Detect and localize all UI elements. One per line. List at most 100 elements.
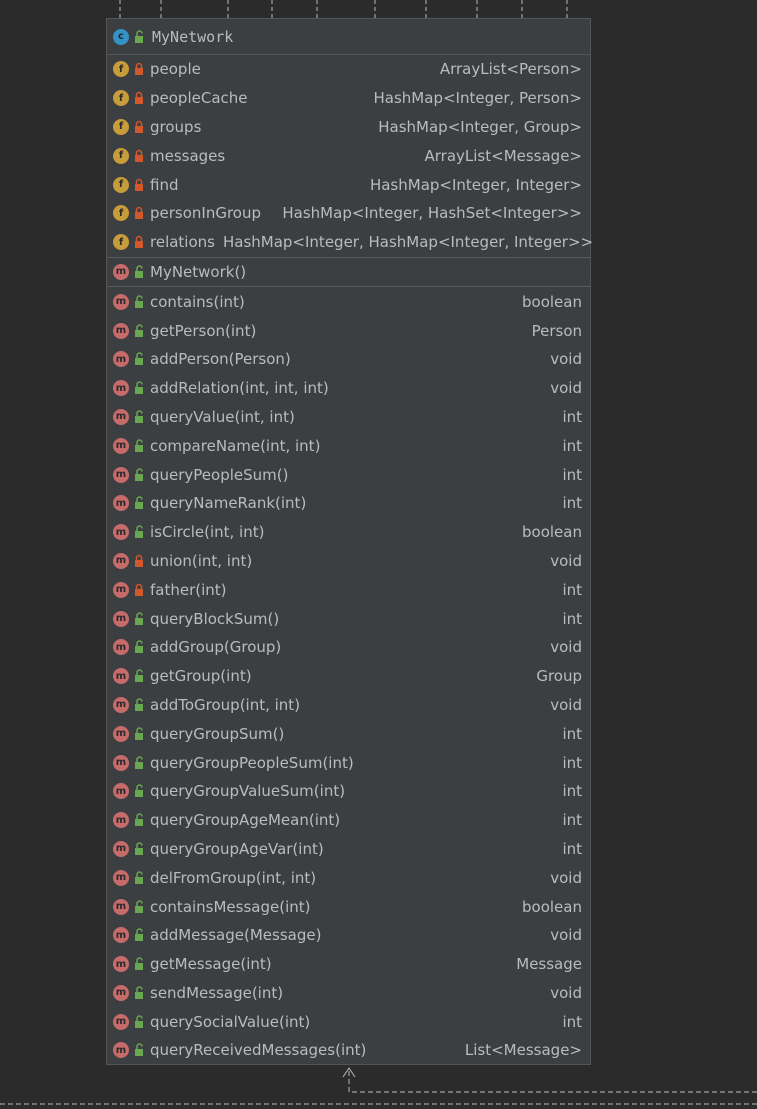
method-row[interactable]: m addToGroup(int, int) void [107,691,590,720]
member-type: int [562,494,582,513]
member-type: void [550,350,582,369]
member-name: messages [150,146,226,165]
method-row[interactable]: m queryPeopleSum() int [107,460,590,489]
method-row[interactable]: m queryGroupValueSum(int) int [107,777,590,806]
member-name: getMessage(int) [150,955,272,974]
member-type: void [550,638,582,657]
member-name: queryGroupAgeMean(int) [150,811,341,830]
method-row[interactable]: m compareName(int, int) int [107,431,590,460]
method-row[interactable]: m addPerson(Person) void [107,345,590,374]
method-icon: m [113,351,129,368]
member-type: int [562,724,582,743]
member-name: containsMessage(int) [150,897,311,916]
public-icon [135,611,143,625]
member-name: groups [150,117,202,136]
field-icon: f [113,147,129,164]
public-icon [135,784,143,798]
method-icon: m [113,869,129,886]
public-icon [135,410,143,423]
methods-section: m contains(int) boolean m getPerson(int) Pers… [107,287,590,1065]
member-type: int [562,436,582,455]
member-type: int [562,839,582,858]
method-row[interactable]: m querySocialValue(int) int [107,1007,590,1036]
method-icon: m [113,639,129,656]
method-row[interactable]: m father(int) int [107,575,590,604]
method-row[interactable]: m queryGroupPeopleSum(int) int [107,748,590,777]
method-row[interactable]: m containsMessage(int) boolean [107,892,590,921]
method-row[interactable]: m getPerson(int) Person [107,316,590,345]
public-icon [135,1014,143,1028]
member-name: addRelation(int, int, int) [150,379,329,398]
member-name: people [150,60,201,79]
method-row[interactable]: m addMessage(Message) void [107,921,590,950]
method-icon: m [113,812,129,829]
method-icon: m [113,1042,129,1059]
class-box-mynetwork[interactable]: c MyNetwork f people ArrayList<Person> f peo… [106,18,593,1065]
method-icon: m [113,293,129,310]
public-icon [135,842,143,855]
public-icon [135,525,143,539]
fields-section: f people ArrayList<Person> f peopleCache Hash… [107,55,593,258]
member-type: int [562,609,582,628]
method-row[interactable]: m union(int, int) void [107,547,590,576]
field-row[interactable]: f people ArrayList<Person> [107,55,590,84]
member-name: queryPeopleSum() [150,465,289,484]
method-row[interactable]: m queryBlockSum() int [107,604,590,633]
method-row[interactable]: m getGroup(int) Group [107,662,590,691]
method-icon: m [113,263,129,280]
member-name: relations [150,233,215,252]
method-icon: m [113,696,129,713]
member-type: int [562,811,582,830]
constructor-row[interactable]: m MyNetwork() [107,258,590,287]
method-icon: m [113,437,129,454]
member-name: addToGroup(int, int) [150,695,301,714]
method-icon: m [113,754,129,771]
field-icon: f [113,176,129,193]
method-row[interactable]: m queryNameRank(int) int [107,489,590,518]
field-row[interactable]: f personInGroup HashMap<Integer, HashSet<I… [107,199,590,228]
private-lock-icon [135,235,143,249]
public-icon [135,669,143,683]
public-icon [135,928,143,942]
method-row[interactable]: m queryGroupAgeVar(int) int [107,835,590,864]
member-type: int [562,753,582,772]
method-icon: m [113,927,129,944]
field-row[interactable]: f relations HashMap<Integer, HashMap<Integ… [107,228,593,257]
method-row[interactable]: m addGroup(Group) void [107,633,590,662]
member-name: addPerson(Person) [150,350,291,369]
method-row[interactable]: m addRelation(int, int, int) void [107,374,590,403]
field-row[interactable]: f groups HashMap<Integer, Group> [107,113,590,142]
member-type: int [562,580,582,599]
method-row[interactable]: m queryGroupAgeMean(int) int [107,806,590,835]
method-row[interactable]: m delFromGroup(int, int) void [107,863,590,892]
method-row[interactable]: m queryGroupSum() int [107,719,590,748]
field-row[interactable]: f peopleCache HashMap<Integer, Person> [107,84,590,113]
public-icon [135,1043,143,1057]
member-name: compareName(int, int) [150,436,321,455]
method-row[interactable]: m isCircle(int, int) boolean [107,518,590,547]
method-row[interactable]: m sendMessage(int) void [107,979,590,1008]
member-name: queryGroupPeopleSum(int) [150,753,354,772]
field-row[interactable]: f messages ArrayList<Message> [107,141,590,170]
public-icon [135,726,143,740]
member-type: List<Message> [464,1041,582,1060]
method-row[interactable]: m getMessage(int) Message [107,950,590,979]
field-row[interactable]: f find HashMap<Integer, Integer> [107,170,590,199]
field-icon: f [113,61,129,78]
member-type: void [550,868,582,887]
method-icon: m [113,466,129,483]
member-name: queryNameRank(int) [150,494,307,513]
method-icon: m [113,495,129,512]
member-name: querySocialValue(int) [150,1012,311,1031]
class-icon: c [113,28,129,45]
member-type: ArrayList<Person> [439,60,582,79]
public-icon [135,986,143,999]
method-row[interactable]: m queryReceivedMessages(int) List<Message> [107,1036,590,1065]
method-row[interactable]: m queryValue(int, int) int [107,403,590,432]
field-icon: f [113,205,129,222]
method-row[interactable]: m contains(int) boolean [107,287,590,316]
member-name: union(int, int) [150,551,253,570]
public-icon [135,323,143,337]
member-type: boolean [522,897,582,916]
method-icon: m [113,783,129,800]
